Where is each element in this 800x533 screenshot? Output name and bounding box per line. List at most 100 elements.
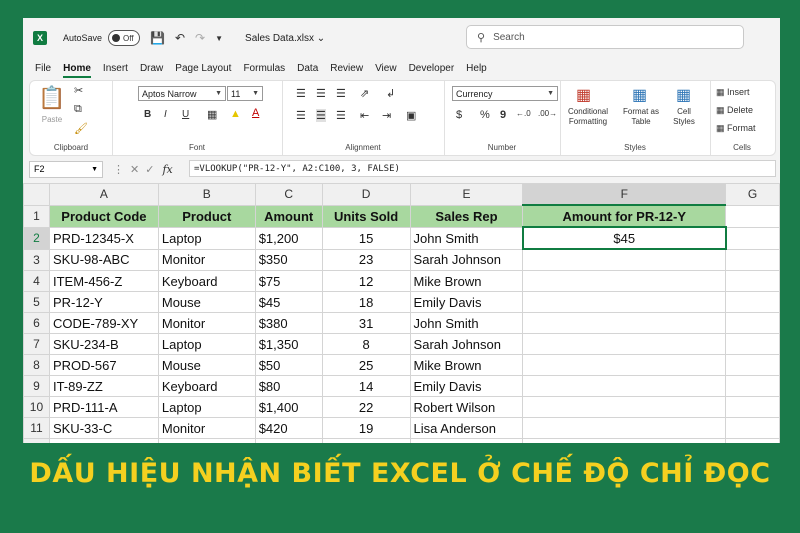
autosave-toggle[interactable]: Off xyxy=(108,30,141,46)
percent-icon[interactable]: % xyxy=(480,109,490,121)
row-header[interactable]: 8 xyxy=(23,354,50,376)
undo-icon[interactable]: ↶ xyxy=(175,31,185,45)
row-header[interactable]: 4 xyxy=(23,270,50,292)
cell[interactable]: IT-89-ZZ xyxy=(48,375,159,397)
cell[interactable] xyxy=(725,417,780,439)
tab-data[interactable]: Data xyxy=(297,63,318,74)
cell[interactable]: 23 xyxy=(321,248,411,271)
cell[interactable]: $75 xyxy=(254,270,323,292)
cell[interactable] xyxy=(409,438,524,443)
conditional-formatting-icon[interactable]: ▦ xyxy=(576,85,591,105)
align-middle-icon[interactable]: ☰ xyxy=(316,87,326,100)
header-cell[interactable]: Product xyxy=(157,204,256,228)
search-box[interactable]: ⚲ Search xyxy=(466,25,744,49)
cell[interactable]: Robert Wilson xyxy=(409,396,524,418)
cell[interactable] xyxy=(725,248,780,271)
cell[interactable]: Laptop xyxy=(157,226,256,250)
cell[interactable] xyxy=(725,291,780,313)
cut-icon[interactable]: ✂ xyxy=(74,84,83,97)
cell[interactable]: 8 xyxy=(321,333,411,355)
cell[interactable]: Mike Brown xyxy=(409,270,524,292)
column-header[interactable]: D xyxy=(321,183,411,206)
cell[interactable]: 19 xyxy=(321,417,411,439)
cell[interactable]: PROD-567 xyxy=(48,354,159,376)
borders-icon[interactable]: ▦ xyxy=(207,108,217,121)
cell[interactable]: PR-12-Y xyxy=(48,291,159,313)
cell[interactable]: $420 xyxy=(254,417,323,439)
tab-draw[interactable]: Draw xyxy=(140,63,163,74)
cell[interactable] xyxy=(522,291,727,313)
row-header[interactable]: 5 xyxy=(23,291,50,313)
delete-cells-button[interactable]: ▦ Delete xyxy=(716,105,753,115)
cell[interactable]: John Smith xyxy=(409,226,524,250)
cell[interactable] xyxy=(522,248,727,271)
cell[interactable]: Mouse xyxy=(157,291,256,313)
cell[interactable]: 12 xyxy=(321,270,411,292)
redo-icon[interactable]: ↷ xyxy=(195,31,205,45)
cell[interactable]: $350 xyxy=(254,248,323,271)
cell[interactable]: Laptop xyxy=(157,333,256,355)
cell[interactable] xyxy=(725,226,780,250)
cell[interactable] xyxy=(522,417,727,439)
tab-help[interactable]: Help xyxy=(466,63,487,74)
format-cells-button[interactable]: ▦ Format xyxy=(716,123,756,133)
cell[interactable]: 22 xyxy=(321,396,411,418)
cell[interactable] xyxy=(725,438,780,443)
orientation-icon[interactable]: ⇗ xyxy=(360,87,369,100)
cell[interactable] xyxy=(725,375,780,397)
cell[interactable]: SKU-33-C xyxy=(48,417,159,439)
cell[interactable] xyxy=(725,354,780,376)
header-cell[interactable]: Product Code xyxy=(48,204,159,228)
row-header[interactable]: 12 xyxy=(23,438,50,443)
cell[interactable]: Monitor xyxy=(157,312,256,334)
cell[interactable]: Emily Davis xyxy=(409,291,524,313)
cell[interactable]: $1,350 xyxy=(254,333,323,355)
file-name[interactable]: Sales Data.xlsx ⌄ xyxy=(245,33,325,44)
header-cell[interactable]: Sales Rep xyxy=(409,204,524,228)
decrease-indent-icon[interactable]: ⇤ xyxy=(360,109,369,122)
tab-view[interactable]: View xyxy=(375,63,397,74)
cell[interactable]: Lisa Anderson xyxy=(409,417,524,439)
cell[interactable]: SKU-98-ABC xyxy=(48,248,159,271)
column-header[interactable]: F xyxy=(522,183,727,206)
cell[interactable] xyxy=(522,333,727,355)
comma-style-icon[interactable]: 9 xyxy=(500,109,506,121)
header-cell[interactable]: Amount for PR-12-Y xyxy=(522,204,727,228)
format-as-table-label[interactable]: Format as Table xyxy=(618,107,664,127)
cell[interactable]: Emily Davis xyxy=(409,375,524,397)
cell[interactable]: PRD-111-A xyxy=(48,396,159,418)
cell[interactable]: Keyboard xyxy=(157,375,256,397)
tab-formulas[interactable]: Formulas xyxy=(243,63,285,74)
header-cell[interactable]: Units Sold xyxy=(321,204,411,228)
bold-button[interactable]: B xyxy=(144,109,151,120)
name-box[interactable]: F2 ▼ xyxy=(29,160,103,178)
cell[interactable]: Monitor xyxy=(157,248,256,271)
cell[interactable]: 15 xyxy=(321,226,411,250)
select-all-corner[interactable] xyxy=(23,183,50,206)
cell[interactable] xyxy=(725,312,780,334)
increase-indent-icon[interactable]: ⇥ xyxy=(382,109,391,122)
cell[interactable]: Monitor xyxy=(157,417,256,439)
cell[interactable] xyxy=(725,333,780,355)
row-header[interactable]: 3 xyxy=(23,248,50,271)
cell[interactable]: Mouse xyxy=(157,354,256,376)
cell[interactable]: PRD-12345-X xyxy=(48,226,159,250)
cell[interactable] xyxy=(725,396,780,418)
cell[interactable] xyxy=(157,438,256,443)
cell[interactable]: $50 xyxy=(254,354,323,376)
cell[interactable]: 31 xyxy=(321,312,411,334)
cell[interactable]: Laptop xyxy=(157,396,256,418)
number-format-select[interactable]: Currency ▼ xyxy=(452,86,558,101)
cell[interactable]: John Smith xyxy=(409,312,524,334)
column-header[interactable]: C xyxy=(254,183,323,206)
cell[interactable] xyxy=(522,396,727,418)
cell[interactable]: Sarah Johnson xyxy=(409,333,524,355)
cell[interactable]: $45 xyxy=(254,291,323,313)
cell[interactable]: $1,200 xyxy=(254,226,323,250)
paste-icon[interactable]: 📋 xyxy=(38,85,66,111)
cell[interactable] xyxy=(522,312,727,334)
cell[interactable] xyxy=(522,438,727,443)
cell[interactable]: ITEM-456-Z xyxy=(48,270,159,292)
cell[interactable] xyxy=(725,204,780,228)
align-left-icon[interactable]: ☰ xyxy=(296,109,306,122)
